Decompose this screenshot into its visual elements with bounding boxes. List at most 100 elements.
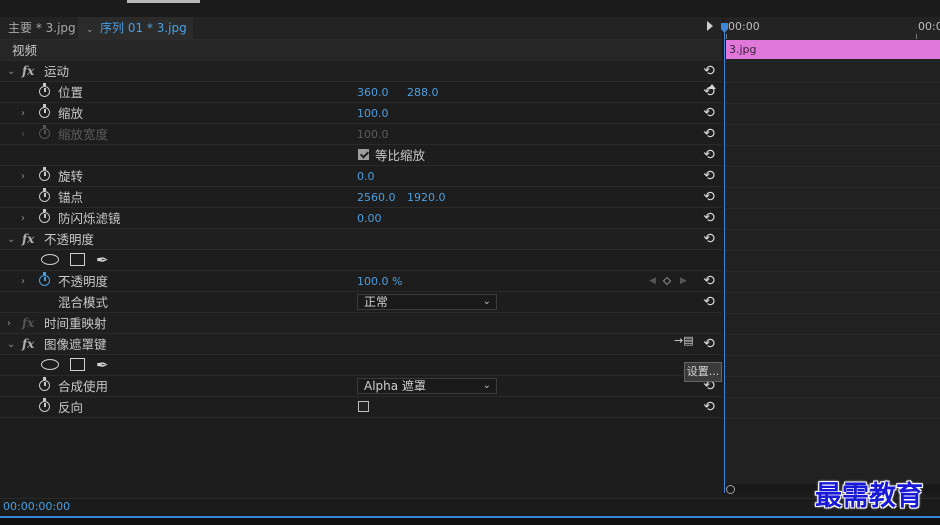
pen-mask-icon[interactable]: ✒ bbox=[96, 251, 109, 269]
reset-icon[interactable]: ⟲ bbox=[702, 274, 716, 288]
composite-label: 合成使用 bbox=[58, 379, 109, 394]
current-timecode[interactable]: 00:00:00:00 bbox=[3, 500, 70, 513]
position-label: 位置 bbox=[58, 85, 84, 100]
ruler-tick bbox=[726, 34, 727, 39]
track-divider bbox=[724, 397, 940, 398]
reset-icon[interactable]: ⟲ bbox=[702, 106, 716, 120]
anchor-label: 锚点 bbox=[58, 190, 84, 205]
setup-icon[interactable]: →▤ bbox=[674, 334, 694, 348]
footer bbox=[0, 518, 940, 525]
blend-mode-row: 混合模式 正常 ⌄ ⟲ bbox=[0, 292, 722, 313]
reset-icon[interactable]: ⟲ bbox=[702, 337, 716, 351]
anchor-y-value[interactable]: 1920.0 bbox=[407, 187, 446, 208]
track-divider bbox=[724, 292, 940, 293]
rotation-value[interactable]: 0.0 bbox=[357, 166, 375, 187]
rectangle-mask-icon[interactable] bbox=[70, 358, 85, 371]
reset-icon[interactable]: ⟲ bbox=[702, 295, 716, 309]
chevron-right-icon[interactable]: › bbox=[21, 271, 25, 292]
position-y-value[interactable]: 288.0 bbox=[407, 82, 439, 103]
fx-icon[interactable]: fx bbox=[22, 61, 34, 82]
chevron-right-icon[interactable]: › bbox=[21, 166, 25, 187]
fx-icon: fx bbox=[22, 316, 35, 330]
playhead-line[interactable] bbox=[724, 28, 725, 493]
reset-icon[interactable]: ⟲ bbox=[702, 232, 716, 246]
scale-label: 缩放 bbox=[58, 106, 84, 121]
anchor-x-value[interactable]: 2560.0 bbox=[357, 187, 396, 208]
next-keyframe-icon[interactable]: ▶ bbox=[680, 271, 687, 292]
stopwatch-icon[interactable] bbox=[39, 188, 50, 202]
rectangle-mask-icon[interactable] bbox=[70, 253, 85, 266]
top-bar bbox=[0, 0, 940, 17]
time-remap-section-row[interactable]: › fx 时间重映射 bbox=[0, 313, 722, 334]
tab-indicator bbox=[127, 0, 200, 3]
status-bar bbox=[0, 498, 940, 516]
blend-mode-dropdown[interactable]: 正常 ⌄ bbox=[357, 294, 497, 310]
opacity-value[interactable]: 100.0 % bbox=[357, 271, 402, 292]
pen-mask-icon[interactable]: ✒ bbox=[96, 356, 109, 374]
reset-icon[interactable]: ⟲ bbox=[702, 85, 716, 99]
chevron-down-icon[interactable]: ⌄ bbox=[7, 61, 15, 82]
add-keyframe-icon[interactable] bbox=[662, 276, 672, 286]
zoom-handle[interactable] bbox=[726, 485, 735, 494]
fx-icon[interactable]: fx bbox=[22, 334, 34, 355]
scale-value[interactable]: 100.0 bbox=[357, 103, 389, 124]
ruler-time-end: 00:00 bbox=[918, 20, 940, 33]
reset-icon[interactable]: ⟲ bbox=[702, 190, 716, 204]
stopwatch-icon[interactable] bbox=[39, 167, 50, 181]
motion-section-row[interactable]: ⌄ fx 运动 ⟲ bbox=[0, 61, 722, 82]
reset-icon[interactable]: ⟲ bbox=[702, 211, 716, 225]
chevron-down-icon[interactable]: ⌄ bbox=[7, 334, 15, 355]
chevron-down-icon: ⌄ bbox=[482, 380, 491, 391]
chevron-right-icon[interactable]: › bbox=[21, 103, 25, 124]
track-divider bbox=[724, 145, 940, 146]
play-triangle-icon[interactable] bbox=[707, 21, 713, 31]
track-divider bbox=[724, 61, 940, 62]
previous-keyframe-icon[interactable]: ◀ bbox=[649, 271, 656, 292]
antiflicker-label: 防闪烁滤镜 bbox=[58, 211, 121, 226]
reset-icon[interactable]: ⟲ bbox=[702, 169, 716, 183]
tab-main-clip[interactable]: 主要 * 3.jpg bbox=[8, 17, 76, 39]
opacity-title: 不透明度 bbox=[44, 232, 95, 247]
stopwatch-icon[interactable] bbox=[39, 209, 50, 223]
tab-sequence[interactable]: ⌄ 序列 01 * 3.jpg bbox=[78, 17, 193, 39]
chevron-right-icon[interactable]: › bbox=[21, 208, 25, 229]
composite-dropdown[interactable]: Alpha 遮罩 ⌄ bbox=[357, 378, 497, 394]
time-ruler[interactable]: 00:00 00:00 bbox=[724, 17, 940, 39]
track-divider bbox=[724, 250, 940, 251]
stopwatch-icon[interactable] bbox=[39, 398, 50, 412]
chevron-down-icon[interactable]: ⌄ bbox=[7, 229, 15, 250]
timeline-clip[interactable]: 3.jpg bbox=[726, 40, 940, 59]
antiflicker-row: › 防闪烁滤镜 0.00 ⟲ bbox=[0, 208, 722, 229]
track-divider bbox=[724, 103, 940, 104]
stopwatch-icon[interactable] bbox=[39, 104, 50, 118]
ellipse-mask-icon[interactable] bbox=[41, 254, 59, 265]
chevron-down-icon[interactable]: ⌄ bbox=[86, 19, 96, 41]
track-divider bbox=[724, 82, 940, 83]
track-divider bbox=[724, 124, 940, 125]
chevron-right-icon[interactable]: › bbox=[7, 313, 11, 334]
opacity-section-row[interactable]: ⌄ fx 不透明度 ⟲ bbox=[0, 229, 722, 250]
image-matte-section-row[interactable]: ⌄ fx 图像遮罩键 ⟲ bbox=[0, 334, 722, 355]
position-row: 位置 360.0 288.0 ⟲ bbox=[0, 82, 722, 103]
opacity-label: 不透明度 bbox=[58, 274, 109, 289]
reset-icon[interactable]: ⟲ bbox=[702, 127, 716, 141]
stopwatch-icon[interactable] bbox=[39, 377, 50, 391]
reset-icon[interactable]: ⟲ bbox=[702, 400, 716, 414]
scale-width-label: 缩放宽度 bbox=[58, 127, 109, 142]
chevron-down-icon: ⌄ bbox=[482, 296, 491, 307]
ellipse-mask-icon[interactable] bbox=[41, 359, 59, 370]
stopwatch-icon[interactable] bbox=[39, 83, 50, 97]
position-x-value[interactable]: 360.0 bbox=[357, 82, 389, 103]
reset-icon[interactable]: ⟲ bbox=[702, 148, 716, 162]
fx-icon[interactable]: fx bbox=[22, 229, 34, 250]
scale-width-row: › 缩放宽度 100.0 ⟲ bbox=[0, 124, 722, 145]
tab-sequence-label: 序列 01 * 3.jpg bbox=[100, 21, 187, 35]
track-divider bbox=[724, 271, 940, 272]
stopwatch-icon[interactable] bbox=[39, 272, 50, 286]
antiflicker-value[interactable]: 0.00 bbox=[357, 208, 382, 229]
reset-icon[interactable]: ⟲ bbox=[702, 64, 716, 78]
invert-checkbox[interactable] bbox=[358, 401, 369, 412]
uniform-scale-checkbox[interactable] bbox=[358, 149, 369, 160]
timeline-area[interactable] bbox=[724, 17, 940, 492]
uniform-scale-row: 等比缩放 ⟲ bbox=[0, 145, 722, 166]
